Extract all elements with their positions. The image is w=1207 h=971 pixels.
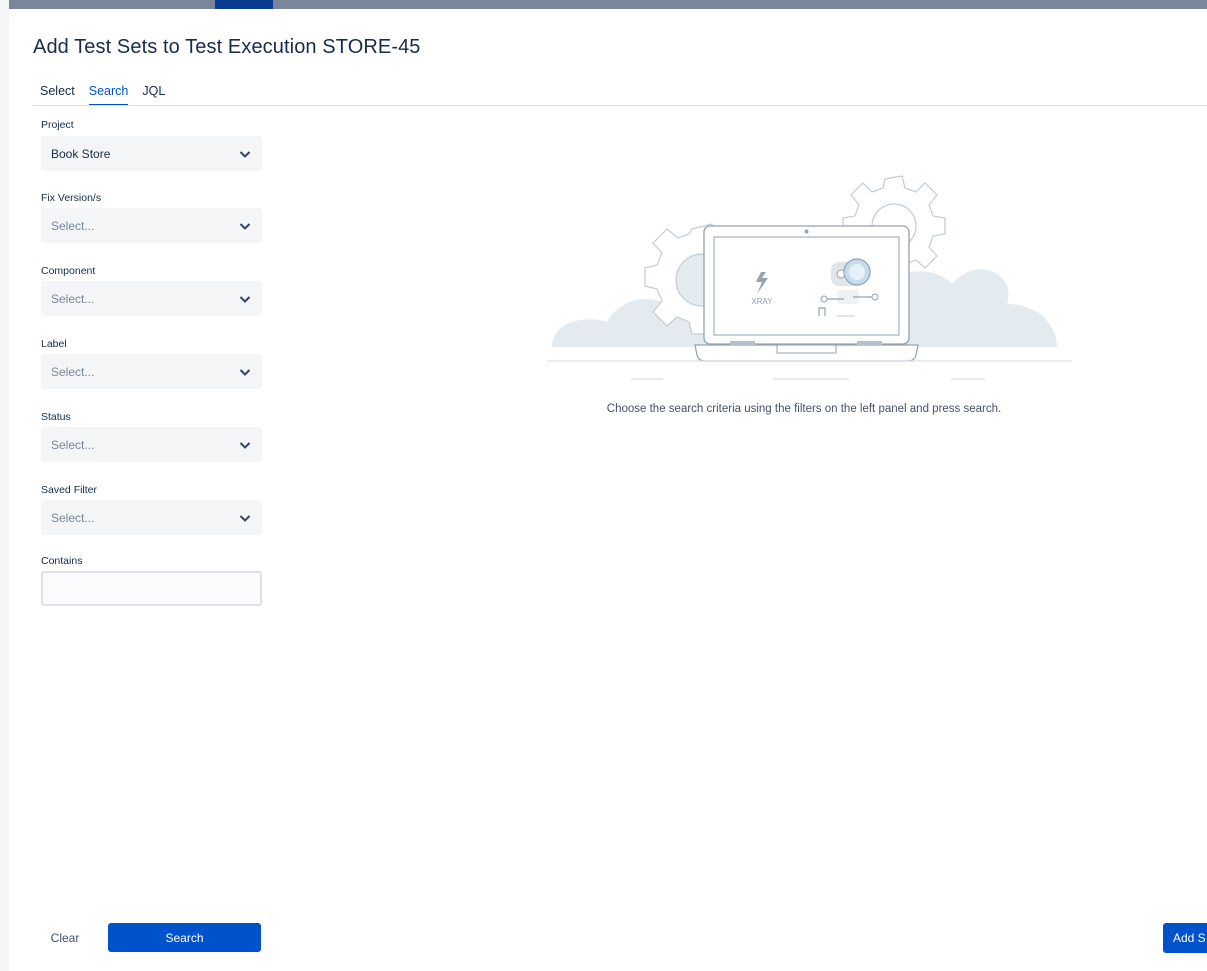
- empty-state-illustration: XRAY: [547, 175, 1072, 380]
- project-label: Project: [41, 119, 74, 131]
- empty-state-message: Choose the search criteria using the fil…: [606, 403, 1002, 415]
- contains-label: Contains: [41, 555, 83, 567]
- add-test-sets-dialog: Add Test Sets to Test Execution STORE-45…: [9, 14, 1207, 971]
- status-select-placeholder: Select...: [51, 437, 95, 452]
- saved-filter-select-placeholder: Select...: [51, 510, 95, 525]
- component-select[interactable]: Select...: [41, 281, 262, 316]
- saved-filter-select[interactable]: Select...: [41, 500, 262, 535]
- fix-version-select-placeholder: Select...: [51, 218, 95, 233]
- status-select[interactable]: Select...: [41, 427, 262, 462]
- laptop-icon: [694, 225, 919, 362]
- contains-input[interactable]: [41, 571, 262, 606]
- label-select-placeholder: Select...: [51, 364, 95, 379]
- dialog-title: Add Test Sets to Test Execution STORE-45: [33, 36, 421, 58]
- chevron-down-icon: [239, 514, 251, 522]
- fix-version-label: Fix Version/s: [41, 192, 102, 204]
- chevron-down-icon: [239, 222, 251, 230]
- tab-bar: Select Search JQL: [40, 84, 165, 106]
- tab-bar-divider: [33, 105, 1207, 106]
- tab-jql[interactable]: JQL: [142, 84, 165, 106]
- status-label: Status: [41, 411, 71, 423]
- tab-select[interactable]: Select: [40, 84, 75, 106]
- label-label: Label: [41, 338, 67, 350]
- background-topbar: [0, 0, 1207, 9]
- fix-version-select[interactable]: Select...: [41, 208, 262, 243]
- tab-search[interactable]: Search: [88, 84, 129, 106]
- background-sidebar-strip: [0, 0, 9, 971]
- chevron-down-icon: [239, 150, 251, 158]
- project-select[interactable]: Book Store: [41, 136, 262, 171]
- search-button[interactable]: Search: [108, 923, 261, 952]
- add-button-clip: Add S: [1163, 923, 1207, 953]
- chevron-down-icon: [239, 441, 251, 449]
- chevron-down-icon: [239, 368, 251, 376]
- xray-logo-text: XRAY: [751, 297, 773, 306]
- background-topbar-active-indicator: [215, 0, 273, 9]
- project-select-value: Book Store: [51, 146, 111, 161]
- component-select-placeholder: Select...: [51, 291, 95, 306]
- label-select[interactable]: Select...: [41, 354, 262, 389]
- component-label: Component: [41, 265, 96, 277]
- saved-filter-label: Saved Filter: [41, 484, 98, 496]
- add-selected-button[interactable]: Add S: [1163, 923, 1207, 953]
- chevron-down-icon: [239, 295, 251, 303]
- clear-button[interactable]: Clear: [42, 923, 88, 953]
